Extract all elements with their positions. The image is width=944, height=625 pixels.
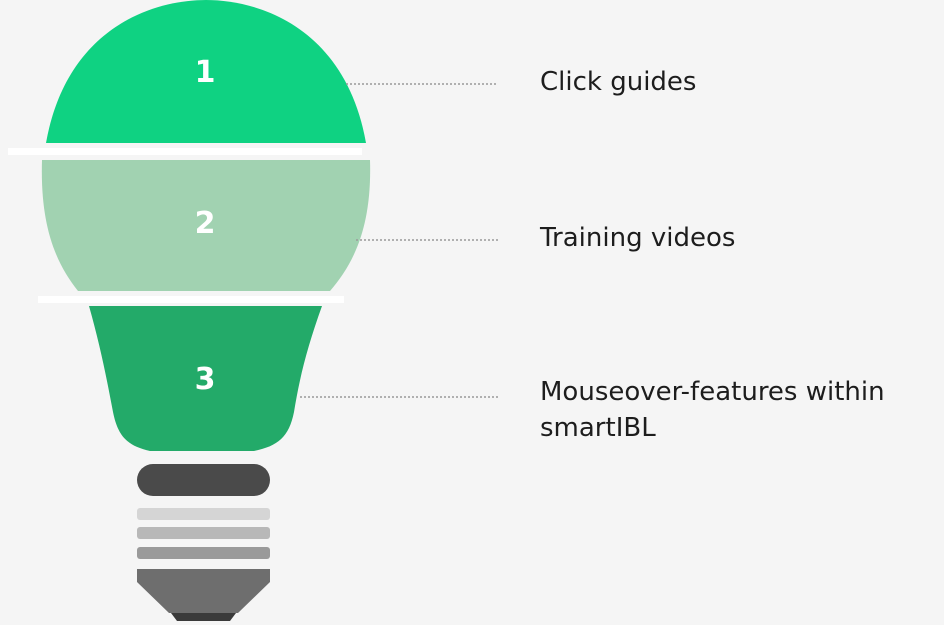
lightbulb-diagram: 1 2 3 Click guides Training videos Mouse… xyxy=(0,0,944,621)
base-tip xyxy=(137,569,270,613)
bulb-separator-1 xyxy=(8,148,362,155)
base-cap xyxy=(137,464,270,496)
base-ring-2 xyxy=(137,527,270,539)
lightbulb-icon: 1 2 3 xyxy=(8,0,498,621)
step-number-1: 1 xyxy=(195,55,216,90)
step-label-3: Mouseover-features within smartIBL xyxy=(540,377,885,443)
bulb-separator-2 xyxy=(38,296,344,303)
base-ring-1 xyxy=(137,508,270,520)
step-number-3: 3 xyxy=(195,362,216,397)
step-label-1: Click guides xyxy=(540,67,697,97)
step-number-2: 2 xyxy=(195,206,216,241)
base-contact xyxy=(171,613,236,621)
step-label-2: Training videos xyxy=(540,223,736,253)
base-ring-3 xyxy=(137,547,270,559)
